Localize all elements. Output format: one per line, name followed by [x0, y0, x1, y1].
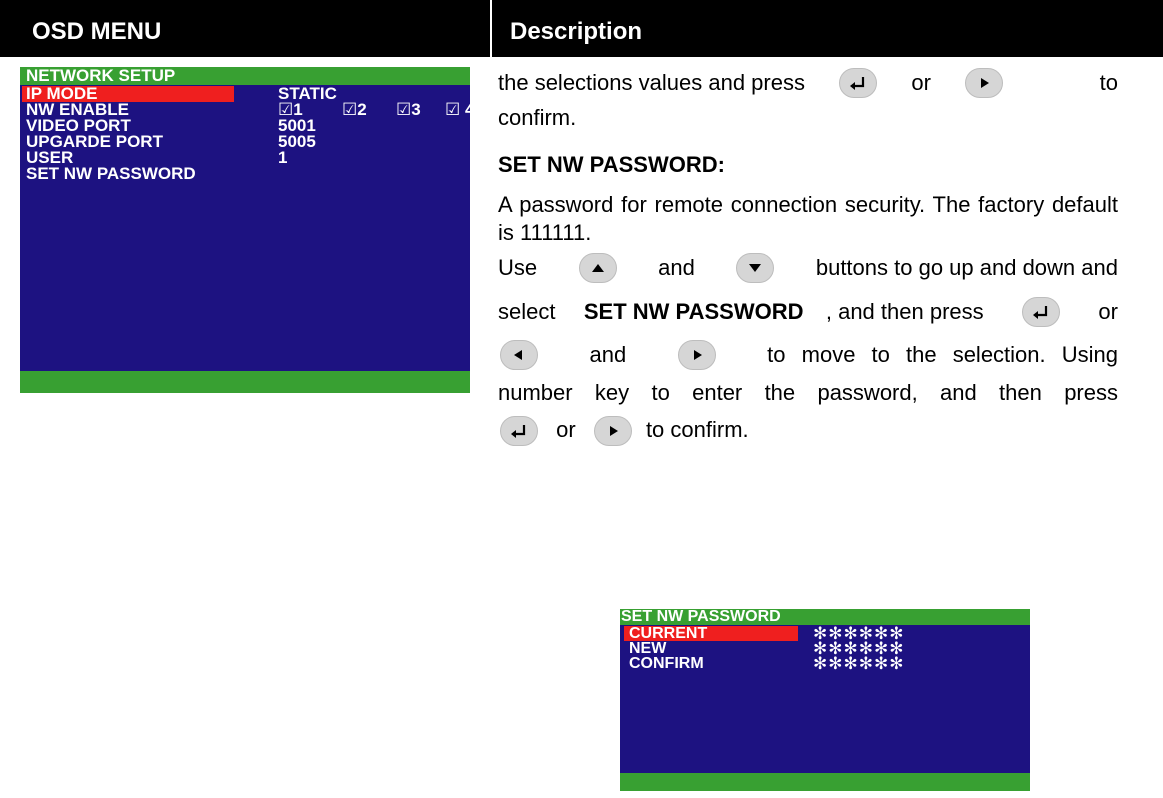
desc-paragraph: A password for remote connection securit…	[498, 192, 1118, 245]
desc-text: , and then press	[825, 299, 984, 324]
desc-text: to move to the selection. Using	[767, 342, 1118, 367]
enter-icon	[1022, 297, 1061, 327]
desc-text: and	[658, 255, 695, 280]
header-divider	[490, 0, 492, 57]
menu-label: SET NW PASSWORD	[26, 164, 196, 183]
menu-row-upgrade-port[interactable]: UPGARDE PORT 5005	[20, 133, 470, 150]
set-nw-password-menu: SET NW PASSWORD CURRENT ✻✻✻✻✻✻ NEW ✻✻✻✻✻…	[620, 609, 1030, 791]
network-setup-menu: NETWORK SETUP IP MODE STATIC NW ENABLE ☑…	[20, 67, 474, 393]
channel-number: 2	[357, 100, 367, 119]
channel-checkbox[interactable]: ☑ 4	[445, 100, 475, 119]
desc-text: buttons to go up and down and	[815, 255, 1118, 280]
desc-text: and	[589, 342, 627, 367]
checkbox-icon: ☑	[396, 100, 412, 119]
desc-text: the selections values and press	[498, 70, 805, 95]
desc-text: or	[556, 417, 576, 442]
menu-value: 1	[278, 148, 288, 167]
osd-menu-heading: OSD MENU	[32, 18, 162, 45]
section-heading: SET NW PASSWORD:	[498, 152, 725, 177]
right-arrow-icon	[965, 68, 1004, 98]
left-arrow-icon	[500, 340, 538, 370]
password-mask: ✻✻✻✻✻✻	[813, 654, 905, 673]
channel-number: 3	[411, 100, 421, 119]
menu-title: NETWORK SETUP	[20, 67, 470, 85]
checkbox-icon: ☑	[342, 100, 358, 119]
table-header: OSD MENU Description	[0, 0, 1163, 57]
desc-line-number: number key to enter the password, and th…	[498, 380, 1118, 405]
desc-text: to confirm.	[645, 417, 749, 442]
right-arrow-icon	[593, 416, 632, 447]
desc-text: or	[911, 70, 931, 95]
menu-title: SET NW PASSWORD	[620, 609, 1030, 625]
desc-line-use: Use and buttons to go up and down and	[498, 253, 1118, 283]
desc-text: Use	[498, 255, 538, 280]
right-arrow-icon	[677, 340, 716, 370]
checkbox-icon: ☑	[445, 100, 461, 119]
menu-footer	[620, 773, 1030, 791]
desc-line-2: confirm.	[498, 105, 577, 130]
enter-icon	[839, 68, 878, 98]
channel-number: 4	[460, 100, 475, 119]
enter-icon	[500, 416, 538, 447]
menu-label: CONFIRM	[629, 655, 704, 672]
desc-text: or	[1098, 299, 1118, 324]
channel-checkbox[interactable]: ☑2	[342, 100, 367, 119]
down-arrow-icon	[736, 253, 775, 283]
menu-row-confirm[interactable]: CONFIRM ✻✻✻✻✻✻	[620, 654, 1030, 673]
up-arrow-icon	[578, 253, 617, 283]
description-heading: Description	[510, 18, 643, 45]
menu-label: NEW	[629, 640, 667, 657]
menu-row-set-nw-password[interactable]: SET NW PASSWORD	[20, 164, 470, 183]
desc-text: to	[1099, 70, 1118, 95]
desc-text: select	[498, 299, 556, 324]
channel-checkbox[interactable]: ☑3	[396, 100, 421, 119]
menu-label: CURRENT	[624, 626, 798, 642]
desc-line-1: the selections values and press or to	[498, 68, 1118, 98]
desc-line-select: select SET NW PASSWORD , and then press …	[498, 297, 1118, 327]
desc-line-confirm: or to confirm.	[498, 416, 749, 447]
desc-line-move: and to move to the selection. Using	[498, 340, 1118, 370]
desc-bold-text: SET NW PASSWORD	[583, 299, 804, 324]
menu-footer	[20, 371, 470, 393]
